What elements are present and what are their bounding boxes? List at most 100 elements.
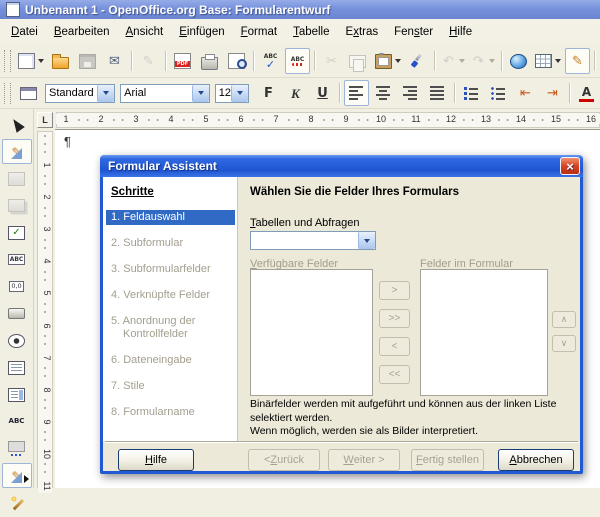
label-field-button[interactable]: ABC: [2, 247, 32, 272]
menu-datei[interactable]: Datei: [3, 24, 46, 40]
more-controls-button[interactable]: [2, 436, 32, 461]
chevron-down-icon[interactable]: [231, 85, 248, 102]
chevron-down-icon[interactable]: [358, 232, 375, 249]
menu-bearbeiten[interactable]: Bearbeiten: [46, 24, 118, 40]
font-color-button[interactable]: A: [574, 80, 599, 106]
undo-button[interactable]: ↶: [439, 48, 467, 74]
chevron-down-icon[interactable]: [489, 59, 495, 63]
wizard-step-5[interactable]: 5. Anordnung der Kontrollfelder: [106, 314, 235, 342]
edit-file-button[interactable]: ✎: [136, 48, 161, 74]
text-box-button[interactable]: ABC: [2, 409, 32, 434]
close-icon[interactable]: ×: [560, 157, 580, 175]
check-box-button[interactable]: ✓: [2, 220, 32, 245]
horizontal-ruler[interactable]: 12345678910111213141516: [56, 112, 600, 128]
increase-indent-button[interactable]: ⇥: [540, 80, 565, 106]
new-document-button[interactable]: [16, 48, 46, 74]
page-preview-button[interactable]: [224, 48, 249, 74]
push-button-button[interactable]: [2, 301, 32, 326]
design-mode-button[interactable]: ✎: [565, 48, 590, 74]
move-all-right-button[interactable]: >>: [379, 309, 410, 328]
align-right-button[interactable]: [398, 80, 423, 106]
spellcheck-button[interactable]: ABC: [258, 48, 283, 74]
tables-queries-select[interactable]: [250, 231, 376, 250]
select-button[interactable]: [2, 112, 32, 137]
print-file-button[interactable]: [197, 48, 222, 74]
bold-button[interactable]: F: [256, 80, 281, 106]
menu-fenster[interactable]: Fenster: [386, 24, 441, 40]
paragraph-mark: ¶: [64, 134, 71, 149]
dialog-titlebar[interactable]: Formular Assistent ×: [100, 155, 583, 177]
finish-button[interactable]: Fertig stellen: [411, 449, 484, 471]
wizard-step-6[interactable]: 6. Dateneingabe: [106, 353, 235, 368]
redo-button[interactable]: ↷: [469, 48, 497, 74]
wizard-step-8[interactable]: 8. Formularname: [106, 405, 235, 420]
move-all-left-button[interactable]: <<: [379, 365, 410, 384]
bullet-list-button[interactable]: [486, 80, 511, 106]
move-left-button[interactable]: <: [379, 337, 410, 356]
align-center-button[interactable]: [371, 80, 396, 106]
toolbar-drag-handle[interactable]: [4, 83, 11, 104]
form-properties-button[interactable]: [2, 193, 32, 218]
format-paintbrush-button[interactable]: [405, 48, 430, 74]
menu-einfgen[interactable]: Einfügen: [171, 24, 232, 40]
font-name-select[interactable]: Arial: [120, 84, 210, 103]
dialog-body: Schritte 1. Feldauswahl2. Subformular3. …: [103, 177, 580, 471]
italic-button[interactable]: K: [283, 80, 308, 106]
wizards-toggle-button[interactable]: [2, 490, 32, 515]
tab-stop-selector[interactable]: L: [37, 112, 53, 128]
list-box-button[interactable]: [2, 355, 32, 380]
window-titlebar[interactable]: Unbenannt 1 - OpenOffice.org Base: Formu…: [0, 0, 600, 19]
chevron-down-icon[interactable]: [38, 59, 44, 63]
wizard-step-3[interactable]: 3. Subformularfelder: [106, 262, 235, 277]
justify-button[interactable]: [425, 80, 450, 106]
chevron-down-icon[interactable]: [555, 59, 561, 63]
help-button[interactable]: Hilfe: [118, 449, 194, 471]
document-as-email-button[interactable]: ✉: [102, 48, 127, 74]
move-down-button[interactable]: ∨: [552, 335, 576, 352]
align-left-button[interactable]: [344, 80, 369, 106]
wizard-step-7[interactable]: 7. Stile: [106, 379, 235, 394]
menu-format[interactable]: Format: [233, 24, 285, 40]
next-button[interactable]: Weiter >: [328, 449, 400, 471]
cut-button[interactable]: ✂: [319, 48, 344, 74]
menu-extras[interactable]: Extras: [338, 24, 387, 40]
move-right-button[interactable]: >: [379, 281, 410, 300]
chevron-down-icon[interactable]: [192, 85, 209, 102]
toolbar-overflow-icon[interactable]: [24, 475, 29, 483]
decrease-indent-button[interactable]: ⇤: [513, 80, 538, 106]
fields-in-form-list[interactable]: [420, 269, 548, 396]
open-document-button[interactable]: [48, 48, 73, 74]
move-up-button[interactable]: ∧: [552, 311, 576, 328]
insert-table-button[interactable]: [533, 48, 563, 74]
chevron-down-icon[interactable]: [395, 59, 401, 63]
underline-button[interactable]: U: [310, 80, 335, 106]
numbered-list-button[interactable]: [459, 80, 484, 106]
chevron-down-icon[interactable]: [97, 85, 114, 102]
auto-spellcheck-button[interactable]: ABC: [285, 48, 310, 74]
vertical-ruler[interactable]: 1234567891011: [37, 131, 53, 488]
styles-button[interactable]: [16, 80, 41, 106]
cancel-button[interactable]: Abbrechen: [498, 449, 574, 471]
menu-ansicht[interactable]: Ansicht: [118, 24, 172, 40]
toolbar-drag-handle[interactable]: [4, 50, 11, 72]
design-mode-toggle-button[interactable]: ✎: [2, 139, 32, 164]
paste-button[interactable]: [373, 48, 403, 74]
export-pdf-button[interactable]: [170, 48, 195, 74]
wizard-step-2[interactable]: 2. Subformular: [106, 236, 235, 251]
wizard-step-1[interactable]: 1. Feldauswahl: [106, 210, 235, 225]
paragraph-style-select[interactable]: Standard: [45, 84, 115, 103]
copy-button[interactable]: [346, 48, 371, 74]
menu-hilfe[interactable]: Hilfe: [441, 24, 480, 40]
available-fields-list[interactable]: [250, 269, 373, 396]
control-properties-button[interactable]: [2, 166, 32, 191]
save-document-button[interactable]: [75, 48, 100, 74]
option-button-button[interactable]: [2, 328, 32, 353]
combo-box-button[interactable]: [2, 382, 32, 407]
hyperlink-button[interactable]: [506, 48, 531, 74]
formatted-field-button[interactable]: 0,0: [2, 274, 32, 299]
menu-tabelle[interactable]: Tabelle: [285, 24, 337, 40]
font-size-select[interactable]: 12: [215, 84, 249, 103]
back-button[interactable]: < Zurück: [248, 449, 320, 471]
wizard-step-4[interactable]: 4. Verknüpfte Felder: [106, 288, 235, 303]
chevron-down-icon[interactable]: [459, 59, 465, 63]
